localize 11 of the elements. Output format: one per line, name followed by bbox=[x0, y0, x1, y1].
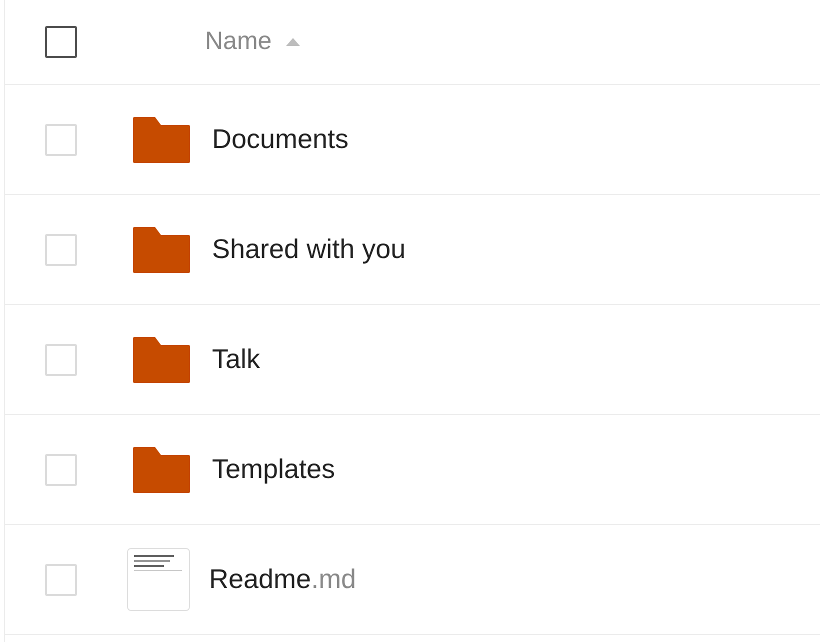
file-name[interactable]: Talk bbox=[212, 339, 260, 380]
folder-icon bbox=[133, 336, 190, 382]
folder-icon bbox=[133, 446, 190, 492]
folder-icon bbox=[133, 226, 190, 272]
document-thumbnail bbox=[127, 548, 190, 611]
checkbox[interactable] bbox=[45, 26, 77, 58]
file-name[interactable]: Templates bbox=[212, 449, 336, 490]
folder-icon bbox=[133, 116, 190, 162]
file-name[interactable]: Readme.md bbox=[209, 559, 356, 600]
file-name[interactable]: Documents bbox=[212, 119, 349, 160]
file-name[interactable]: Shared with you bbox=[212, 229, 406, 270]
